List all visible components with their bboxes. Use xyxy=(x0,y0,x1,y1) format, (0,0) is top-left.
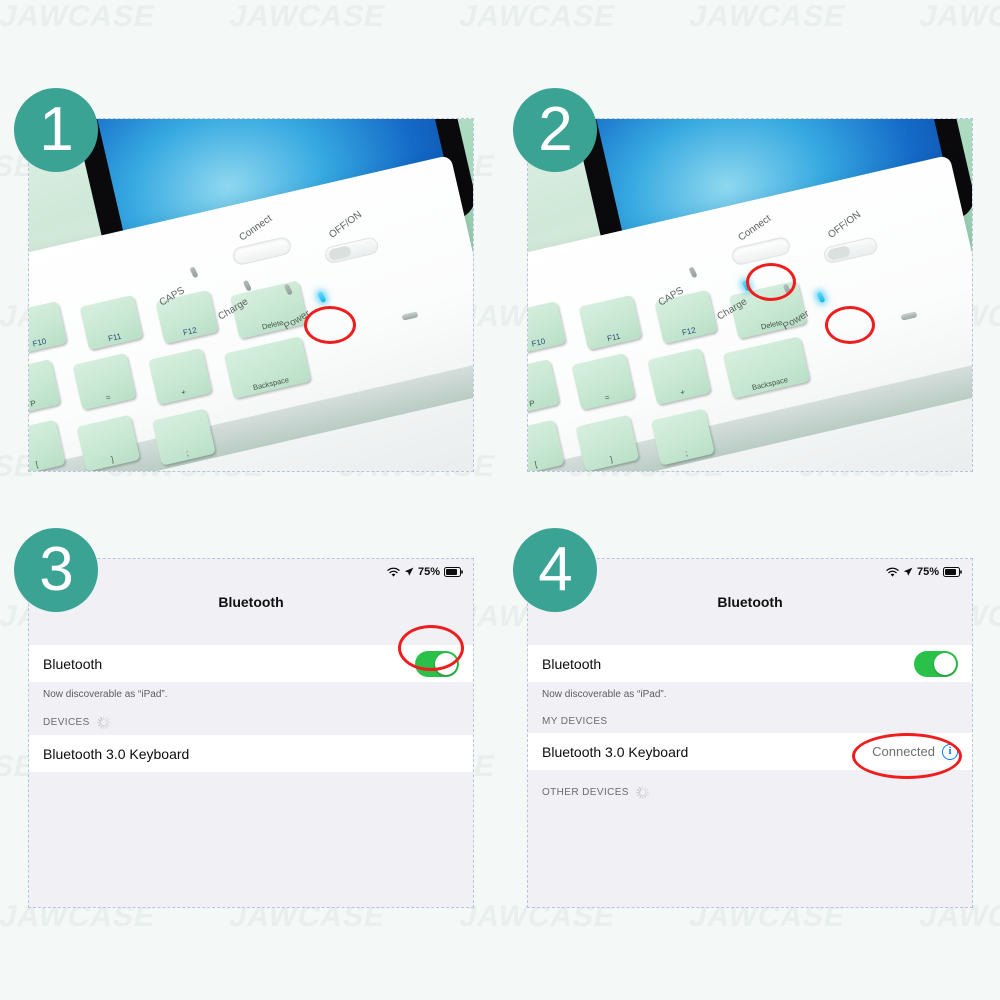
toggle-knob xyxy=(934,652,956,675)
key-equal[interactable]: = xyxy=(571,352,636,411)
step-badge-3: 3 xyxy=(14,528,98,612)
wifi-icon xyxy=(886,567,899,578)
key-f10[interactable]: F10 xyxy=(29,300,68,355)
key-semicolon[interactable]: ; xyxy=(650,408,715,466)
power-led xyxy=(317,291,327,304)
step-badge-2: 2 xyxy=(513,88,597,172)
bluetooth-toggle-row[interactable]: Bluetooth xyxy=(528,645,972,682)
ios-bluetooth-settings-step-3: 75% Bluetooth Bluetooth Now discoverable… xyxy=(29,559,473,907)
nav-bar-title: Bluetooth xyxy=(717,594,783,610)
discoverable-footnote: Now discoverable as “iPad”. xyxy=(43,689,168,700)
battery-icon xyxy=(444,567,463,577)
battery-icon xyxy=(943,567,962,577)
devices-header-label: DEVICES xyxy=(43,717,90,728)
key-f11[interactable]: F11 xyxy=(578,294,642,350)
step-badge-4: 4 xyxy=(513,528,597,612)
bluetooth-toggle-highlight xyxy=(397,625,464,672)
power-label: Power xyxy=(781,308,812,333)
keyboard-photo-step-2: F9 F10 F11 F12 Delete 0 P = + Backspace … xyxy=(528,119,972,471)
battery-percent-label: 75% xyxy=(417,566,440,578)
connected-status-highlight xyxy=(852,733,963,779)
location-arrow-icon xyxy=(903,567,913,577)
my-devices-header-label: MY DEVICES xyxy=(542,716,608,727)
charge-label: Charge xyxy=(216,296,251,323)
device-name-label: Bluetooth 3.0 Keyboard xyxy=(542,743,689,760)
charge-led xyxy=(283,283,294,296)
nav-bar-title: Bluetooth xyxy=(218,594,284,610)
key-f11[interactable]: F11 xyxy=(79,294,143,350)
bluetooth-led xyxy=(243,279,253,293)
power-led-highlight xyxy=(304,305,357,344)
power-switch[interactable] xyxy=(324,236,381,265)
step-badge-1: 1 xyxy=(14,88,98,172)
step-2-panel: F9 F10 F11 F12 Delete 0 P = + Backspace … xyxy=(527,118,973,472)
key-plus[interactable]: + xyxy=(646,347,711,405)
key-bracket-left[interactable]: [ xyxy=(528,419,564,471)
power-switch[interactable] xyxy=(823,236,880,265)
power-led-highlight xyxy=(825,305,876,344)
key-bracket-right[interactable]: ] xyxy=(76,414,141,471)
charge-label: Charge xyxy=(715,296,750,323)
key-bracket-right[interactable]: ] xyxy=(575,414,640,471)
key-minus[interactable]: P xyxy=(528,358,560,416)
loading-spinner-icon xyxy=(96,716,110,729)
instruction-sheet: F9 F10 F11 F12 Delete 0 P = + Backspace … xyxy=(0,0,1000,1000)
step-4-panel: 75% Bluetooth Bluetooth Now discoverable… xyxy=(527,558,973,908)
discoverable-footnote: Now discoverable as “iPad”. xyxy=(542,689,667,700)
wifi-icon xyxy=(387,567,400,578)
my-devices-section-header: MY DEVICES xyxy=(528,700,972,733)
other-devices-header-label: OTHER DEVICES xyxy=(542,787,629,798)
key-plus[interactable]: + xyxy=(147,347,212,405)
battery-percent-label: 75% xyxy=(916,566,939,578)
devices-section-header: DEVICES xyxy=(29,700,473,735)
bluetooth-led-highlight xyxy=(745,263,796,302)
keyboard-photo-step-1: F9 F10 F11 F12 Delete 0 P = + Backspace … xyxy=(29,119,473,471)
location-arrow-icon xyxy=(404,567,414,577)
on-off-label: OFF/ON xyxy=(327,210,365,242)
power-led xyxy=(816,291,826,304)
key-bracket-left[interactable]: [ xyxy=(29,419,65,471)
loading-spinner-icon xyxy=(635,786,649,799)
key-equal[interactable]: = xyxy=(72,352,137,411)
on-off-label: OFF/ON xyxy=(826,210,864,242)
step-1-panel: F9 F10 F11 F12 Delete 0 P = + Backspace … xyxy=(28,118,474,472)
bluetooth-row-label: Bluetooth xyxy=(43,655,103,672)
key-minus[interactable]: P xyxy=(29,358,61,416)
device-name-label: Bluetooth 3.0 Keyboard xyxy=(43,745,190,762)
device-row-bluetooth-keyboard[interactable]: Bluetooth 3.0 Keyboard xyxy=(29,735,473,772)
step-3-panel: 75% Bluetooth Bluetooth Now discoverable… xyxy=(28,558,474,908)
key-semicolon[interactable]: ; xyxy=(151,408,216,466)
bluetooth-toggle[interactable] xyxy=(914,650,958,677)
bluetooth-row-label: Bluetooth xyxy=(542,655,602,672)
key-f10[interactable]: F10 xyxy=(528,300,567,355)
